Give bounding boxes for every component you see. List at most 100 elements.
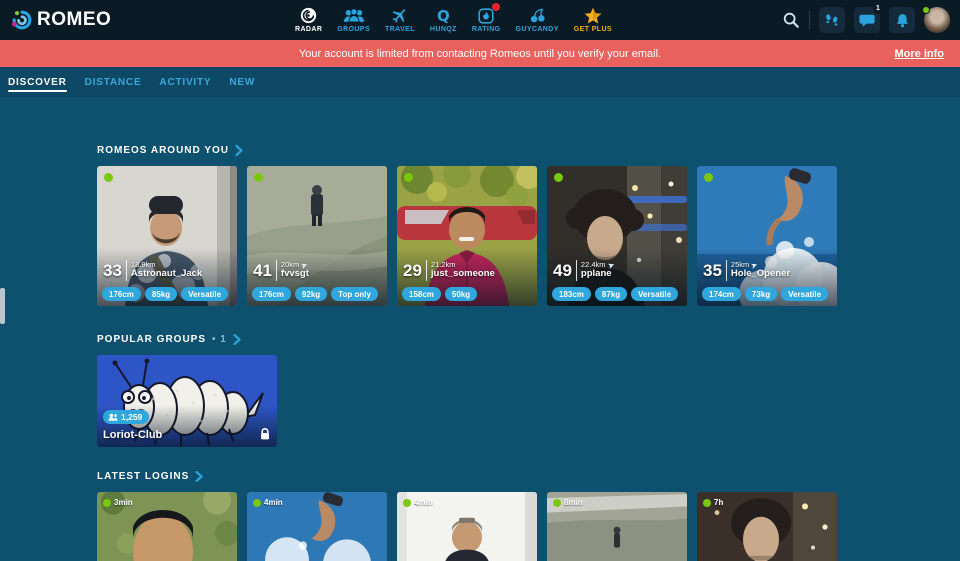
online-indicator	[403, 499, 411, 507]
star-icon	[584, 7, 602, 24]
last-login-time: 7h	[703, 498, 723, 507]
messages-button[interactable]: 1	[854, 7, 880, 33]
tag-weight: 85kg	[145, 287, 177, 301]
tag-height: 176cm	[102, 287, 141, 301]
username: fvvsgt	[281, 269, 309, 280]
tag-weight: 92kg	[295, 287, 327, 301]
footprints-icon	[824, 12, 840, 28]
username: pplane	[581, 269, 615, 280]
profile-tags: 158cm 50kg	[402, 287, 477, 301]
footprints-button[interactable]	[819, 7, 845, 33]
login-card[interactable]: 4min	[247, 492, 387, 561]
nav-item-groups[interactable]: GROUPS	[337, 7, 370, 33]
username: just_someone	[431, 269, 495, 280]
online-indicator	[922, 6, 930, 14]
more-info-link[interactable]: More info	[895, 48, 945, 60]
profile-card-fvvsgt[interactable]: 41 20km fvvsgt 176cm 92kg Top only	[247, 166, 387, 306]
profile-tags: 183cm 87kg Versatile	[552, 287, 678, 301]
tab-bar: DISCOVER DISTANCE ACTIVITY NEW	[0, 67, 960, 97]
age: 29	[403, 261, 422, 281]
nav-item-travel[interactable]: TRAVEL	[385, 7, 415, 33]
profile-photo	[697, 166, 837, 306]
profile-tags: 176cm 92kg Top only	[252, 287, 378, 301]
tag-height: 176cm	[252, 287, 291, 301]
nav-item-radar[interactable]: RADAR	[295, 7, 322, 33]
profile-photo	[397, 166, 537, 306]
online-indicator	[553, 499, 561, 507]
login-card[interactable]: 8min	[547, 492, 687, 561]
online-indicator	[554, 173, 563, 182]
tag-height: 158cm	[402, 287, 441, 301]
group-members-badge: 1,259	[103, 410, 149, 424]
tag-position: Top only	[331, 287, 378, 301]
profile-photo	[97, 166, 237, 306]
profile-info: 29 21.2km just_someone	[403, 260, 495, 281]
discover-content: ROMEOS AROUND YOU	[0, 97, 960, 561]
chat-bubble-icon	[859, 12, 875, 28]
last-login-time: 8min	[553, 498, 583, 507]
latest-logins-section: LATEST LOGINS	[97, 471, 960, 561]
section-romeos-around-you[interactable]: ROMEOS AROUND YOU	[97, 145, 960, 156]
divider	[726, 260, 727, 281]
rating-badge	[492, 3, 500, 11]
romeos-row: 33 18.9km Astronaut_Jack 176cm 85kg Vers…	[97, 166, 960, 306]
chevron-right-icon	[235, 145, 243, 156]
tab-distance[interactable]: DISTANCE	[85, 67, 142, 97]
brand-name: ROMEO	[37, 9, 111, 31]
online-indicator	[703, 499, 711, 507]
main-nav: RADAR GROUPS	[295, 0, 612, 40]
last-login-time: 4min	[403, 498, 433, 507]
airplane-icon	[391, 7, 408, 24]
online-indicator	[253, 499, 261, 507]
profile-info: 41 20km fvvsgt	[253, 260, 309, 281]
age: 35	[703, 261, 722, 281]
tab-discover[interactable]: DISCOVER	[8, 67, 67, 97]
tag-height: 183cm	[552, 287, 591, 301]
divider	[426, 260, 427, 281]
members-icon	[108, 413, 118, 421]
last-login-time: 4min	[253, 498, 283, 507]
profile-card-astronaut-jack[interactable]: 33 18.9km Astronaut_Jack 176cm 85kg Vers…	[97, 166, 237, 306]
group-name: Loriot-Club	[103, 429, 162, 441]
hunqz-q-icon: Q	[437, 7, 450, 24]
tag-position: Versatile	[631, 287, 678, 301]
age: 41	[253, 261, 272, 281]
nav-item-guycandy[interactable]: GUYCANDY	[516, 7, 559, 33]
tab-activity[interactable]: ACTIVITY	[159, 67, 211, 97]
banner-message: Your account is limited from contacting …	[299, 48, 661, 60]
messages-badge: 1	[873, 4, 883, 14]
bell-icon	[895, 13, 910, 28]
nav-item-hunqz[interactable]: Q HUNQZ	[430, 7, 457, 33]
online-indicator	[704, 173, 713, 182]
tag-height: 174cm	[702, 287, 741, 301]
online-indicator	[404, 173, 413, 182]
profile-photo	[247, 166, 387, 306]
profile-avatar-button[interactable]	[924, 7, 950, 33]
latest-logins-row: 3min	[97, 492, 960, 561]
romeo-logo[interactable]: ROMEO	[10, 8, 111, 32]
section-popular-groups[interactable]: POPULAR GROUPS • 1	[97, 334, 960, 345]
groups-icon	[343, 7, 365, 24]
divider	[126, 260, 127, 281]
profile-card-just-someone[interactable]: 29 21.2km just_someone 158cm 50kg	[397, 166, 537, 306]
group-card-loriot-club[interactable]: 1,259 Loriot-Club	[97, 355, 277, 447]
age: 33	[103, 261, 122, 281]
nav-item-get-plus[interactable]: GET PLUS	[574, 7, 612, 33]
section-latest-logins[interactable]: LATEST LOGINS	[97, 471, 960, 482]
notifications-button[interactable]	[889, 7, 915, 33]
online-indicator	[103, 499, 111, 507]
search-icon[interactable]	[782, 11, 800, 29]
profile-card-hole-opener[interactable]: 35 25km Hole_Opener 174cm 73kg Versatile	[697, 166, 837, 306]
login-card[interactable]: 7h	[697, 492, 837, 561]
tab-new[interactable]: NEW	[229, 67, 255, 97]
last-login-time: 3min	[103, 498, 133, 507]
login-card[interactable]: 4min	[397, 492, 537, 561]
profile-card-pplane[interactable]: 49 22.4km pplane 183cm 87kg Versatile	[547, 166, 687, 306]
profile-photo	[547, 166, 687, 306]
nav-item-rating[interactable]: RATING	[472, 7, 501, 33]
tag-weight: 87kg	[595, 287, 627, 301]
login-card[interactable]: 3min	[97, 492, 237, 561]
groups-count: • 1	[212, 334, 227, 345]
scrollbar-thumb[interactable]	[0, 288, 5, 324]
divider	[576, 260, 577, 281]
